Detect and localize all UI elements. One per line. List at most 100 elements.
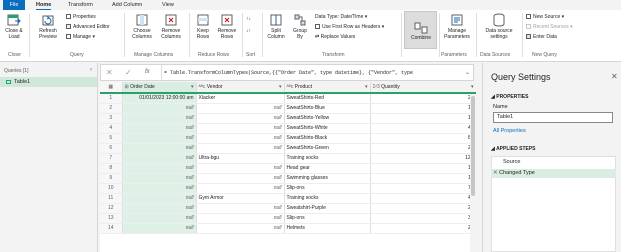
scrollbar-thumb[interactable] — [471, 96, 475, 196]
all-properties-link[interactable]: All Properties — [493, 128, 526, 134]
table-row[interactable]: 11nullGym ArmorTraining socks40 — [100, 193, 476, 204]
cell-vendor[interactable]: null — [196, 183, 285, 194]
manage-button[interactable]: Manage ▾ — [66, 34, 95, 41]
remove-columns-button[interactable]: Remove Columns — [157, 13, 185, 40]
cell-quantity[interactable]: 10 — [370, 103, 476, 114]
cell-product[interactable]: Slip-ons — [284, 213, 371, 224]
cell-quantity[interactable]: 25 — [370, 93, 476, 104]
replace-values-button[interactable]: ⇄ Replace Values — [315, 34, 355, 41]
column-header-product[interactable]: ᴬᴮc Product ▾ — [284, 82, 371, 94]
query-item-table1[interactable]: Table1 — [0, 77, 97, 87]
close-load-button[interactable]: Close & Load — [3, 13, 25, 40]
refresh-preview-button[interactable]: Refresh Preview — [34, 13, 62, 40]
cell-order-date[interactable]: 01/01/2023 12:00:00 am — [122, 93, 197, 104]
cell-vendor[interactable]: Ultra-bgu — [196, 153, 285, 164]
cell-order-date[interactable]: null — [122, 203, 197, 214]
table-row[interactable]: 4nullnullSweatShirts-White45 — [100, 123, 476, 134]
cell-quantity[interactable]: 80 — [370, 133, 476, 144]
new-source-button[interactable]: New Source ▾ — [526, 14, 564, 21]
filter-dropdown-icon[interactable]: ▾ — [191, 83, 194, 92]
enter-data-button[interactable]: Enter Data — [526, 34, 557, 41]
cell-quantity[interactable]: 15 — [370, 163, 476, 174]
cell-product[interactable]: Sweatshirt-Purple — [284, 203, 371, 214]
cell-product[interactable]: SweatShirts-Red — [284, 93, 371, 104]
keep-rows-button[interactable]: Keep Rows — [192, 13, 214, 40]
cell-quantity[interactable]: 40 — [370, 193, 476, 204]
combine-button[interactable]: Combine — [405, 22, 437, 41]
sort-descending-button[interactable]: ↓↑ — [246, 28, 251, 35]
table-row[interactable]: 12nullnullSweatshirt-Purple25 — [100, 203, 476, 214]
table-row[interactable]: 13nullnullSlip-ons31 — [100, 213, 476, 224]
cancel-icon[interactable]: ✕ — [106, 68, 113, 77]
tab-view[interactable]: View — [158, 0, 178, 10]
cell-product[interactable]: SweatShirts-Black — [284, 133, 371, 144]
recent-sources-button[interactable]: Recent Sources ▾ — [526, 24, 572, 31]
data-type-dropdown[interactable]: Data Type: Date/Time ▾ — [315, 14, 367, 21]
cell-order-date[interactable]: null — [122, 113, 197, 124]
tab-transform[interactable]: Transform — [64, 0, 97, 10]
cell-product[interactable]: SweatShirts-Yellow — [284, 113, 371, 124]
cell-quantity[interactable]: 25 — [370, 203, 476, 214]
cell-product[interactable]: Training socks — [284, 193, 371, 204]
cell-product[interactable]: SweatShirts-Blue — [284, 103, 371, 114]
cell-quantity[interactable]: 10 — [370, 173, 476, 184]
table-row[interactable]: 2nullnullSweatShirts-Blue10 — [100, 103, 476, 114]
use-first-row-headers-button[interactable]: Use First Row as Headers ▾ — [315, 24, 384, 31]
manage-parameters-button[interactable]: Manage Parameters — [441, 13, 473, 40]
table-select-all-icon[interactable]: ▦ — [100, 82, 123, 94]
cell-order-date[interactable]: null — [122, 133, 197, 144]
table-row[interactable]: 1 01/01/2023 12:00:00 am Xlacker SweatShirt… — [100, 93, 476, 104]
table-row[interactable]: 10nullnullSlip-ons70 — [100, 183, 476, 194]
cell-order-date[interactable]: null — [122, 163, 197, 174]
cell-product[interactable]: Swimming glasses — [284, 173, 371, 184]
cell-vendor[interactable]: Xlacker — [196, 93, 285, 104]
cell-quantity[interactable]: 120 — [370, 153, 476, 164]
cell-vendor[interactable]: null — [196, 123, 285, 134]
filter-dropdown-icon[interactable]: ▾ — [279, 83, 282, 92]
cell-order-date[interactable]: null — [122, 103, 197, 114]
query-name-input[interactable]: Table1 — [493, 112, 613, 123]
group-by-button[interactable]: Group By — [289, 13, 311, 40]
cell-product[interactable]: Training socks — [284, 153, 371, 164]
cell-vendor[interactable]: null — [196, 113, 285, 124]
commit-icon[interactable]: ✓ — [125, 68, 132, 77]
cell-quantity[interactable]: 25 — [370, 223, 476, 234]
table-row[interactable]: 8nullnullHead gear15 — [100, 163, 476, 174]
cell-vendor[interactable]: null — [196, 203, 285, 214]
cell-order-date[interactable]: null — [122, 183, 197, 194]
column-header-vendor[interactable]: ᴬᴮc Vendor ▾ — [196, 82, 285, 94]
tab-add-column[interactable]: Add Column — [108, 0, 146, 10]
properties-header[interactable]: ◢ PROPERTIES — [491, 94, 528, 100]
cell-order-date[interactable]: null — [122, 143, 197, 154]
cell-product[interactable]: Slip-ons — [284, 183, 371, 194]
cell-vendor[interactable]: Gym Armor — [196, 193, 285, 204]
table-row[interactable]: 7nullUltra-bguTraining socks120 — [100, 153, 476, 164]
cell-vendor[interactable]: null — [196, 223, 285, 234]
tab-file[interactable]: File — [3, 0, 25, 10]
step-source[interactable]: Source — [491, 158, 616, 167]
advanced-editor-button[interactable]: Advanced Editor — [66, 24, 110, 31]
applied-steps-header[interactable]: ◢ APPLIED STEPS — [491, 146, 536, 152]
vertical-scrollbar[interactable] — [470, 94, 476, 252]
table-row[interactable]: 3nullnullSweatShirts-Yellow15 — [100, 113, 476, 124]
properties-button[interactable]: Properties — [66, 14, 96, 21]
cell-vendor[interactable]: null — [196, 163, 285, 174]
data-source-settings-button[interactable]: Data source settings — [480, 13, 518, 40]
formula-input[interactable]: = Table.TransformColumnTypes(Source,{{"O… — [164, 70, 413, 76]
expand-formula-icon[interactable]: ⌄ — [465, 69, 470, 76]
split-column-button[interactable]: Split Column — [265, 13, 287, 40]
cell-quantity[interactable]: 25 — [370, 143, 476, 154]
column-header-quantity[interactable]: 1²3 Quantity ▾ — [370, 82, 476, 94]
cell-order-date[interactable]: null — [122, 173, 197, 184]
cell-quantity[interactable]: 31 — [370, 213, 476, 224]
cell-vendor[interactable]: null — [196, 213, 285, 224]
cell-product[interactable]: SweatShirts-Green — [284, 143, 371, 154]
column-header-order-date[interactable]: ⊞ Order Date ▾ — [122, 82, 197, 94]
cell-product[interactable]: SweatShirts-White — [284, 123, 371, 134]
cell-quantity[interactable]: 45 — [370, 123, 476, 134]
cell-order-date[interactable]: null — [122, 153, 197, 164]
sort-ascending-button[interactable]: ↑↓ — [246, 16, 251, 23]
cell-vendor[interactable]: null — [196, 103, 285, 114]
cell-product[interactable]: Head gear — [284, 163, 371, 174]
cell-order-date[interactable]: null — [122, 193, 197, 204]
